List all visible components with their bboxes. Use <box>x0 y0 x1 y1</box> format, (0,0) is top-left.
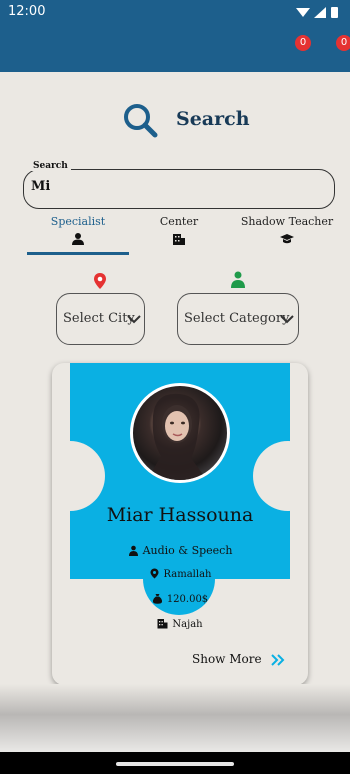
battery-icon <box>331 7 338 18</box>
show-more-link[interactable]: Show More <box>192 652 262 666</box>
type-tabs: Specialist Center Shadow Teacher <box>0 215 350 257</box>
center-row: Najah <box>52 618 308 630</box>
status-time: 12:00 <box>8 4 46 19</box>
price-text: 120.00$ <box>166 594 209 605</box>
avatar <box>130 383 230 483</box>
chevron-down-icon <box>280 315 294 324</box>
location-pin-icon <box>94 273 106 289</box>
city-row: Ramallah <box>52 568 308 580</box>
tab-specialist-label: Specialist <box>50 215 106 228</box>
page-title: Search <box>176 108 250 130</box>
tab-specialist[interactable]: Specialist <box>27 215 129 255</box>
category-select-label: Select Category <box>184 311 290 326</box>
app-bar: 0 0 <box>0 26 350 72</box>
city-select[interactable]: Select City <box>56 293 145 345</box>
tab-shadow-teacher-label: Shadow Teacher <box>240 215 334 228</box>
person-icon <box>128 545 138 556</box>
tab-shadow-teacher[interactable]: Shadow Teacher <box>236 215 338 255</box>
category-select[interactable]: Select Category <box>177 293 299 345</box>
avatar-image <box>147 393 207 480</box>
system-nav-bar <box>0 752 350 774</box>
notification-badge[interactable]: 0 <box>295 35 311 51</box>
signal-icon <box>314 7 326 18</box>
price-row: 120.00$ <box>52 593 308 605</box>
wifi-icon <box>296 8 310 17</box>
system-status-icons <box>296 7 338 18</box>
specialist-name: Miar Hassouna <box>106 504 254 526</box>
bottom-fade <box>0 684 350 752</box>
city-text: Ramallah <box>163 569 212 580</box>
double-chevron-right-icon[interactable] <box>271 654 285 666</box>
building-icon <box>157 619 168 629</box>
person-icon <box>72 233 84 245</box>
message-badge[interactable]: 0 <box>336 35 350 51</box>
active-tab-indicator <box>27 252 129 255</box>
tab-center[interactable]: Center <box>140 215 218 255</box>
specialist-card[interactable]: Miar Hassouna Audio & Speech Ramallah 12… <box>52 363 308 685</box>
search-input[interactable] <box>31 179 321 194</box>
search-field-label: Search <box>30 161 71 171</box>
specialty-row: Audio & Speech <box>52 544 308 557</box>
money-bag-icon <box>152 594 162 604</box>
search-icon <box>124 104 158 138</box>
tab-center-label: Center <box>159 215 199 228</box>
card-details-tab <box>143 553 215 615</box>
location-pin-icon <box>150 568 159 579</box>
search-header: Search <box>121 102 261 142</box>
graduation-cap-icon <box>280 234 294 244</box>
chevron-down-icon <box>127 315 141 324</box>
main-content: Search Search Specialist Center Shadow T… <box>0 72 350 752</box>
specialty-text: Audio & Speech <box>142 544 233 557</box>
status-bar: 12:00 <box>0 0 350 26</box>
user-category-icon <box>231 271 245 288</box>
search-field[interactable]: Search <box>23 161 335 209</box>
building-icon <box>173 234 185 245</box>
center-text: Najah <box>172 619 203 630</box>
home-handle[interactable] <box>116 762 234 766</box>
city-select-label: Select City <box>63 311 135 326</box>
